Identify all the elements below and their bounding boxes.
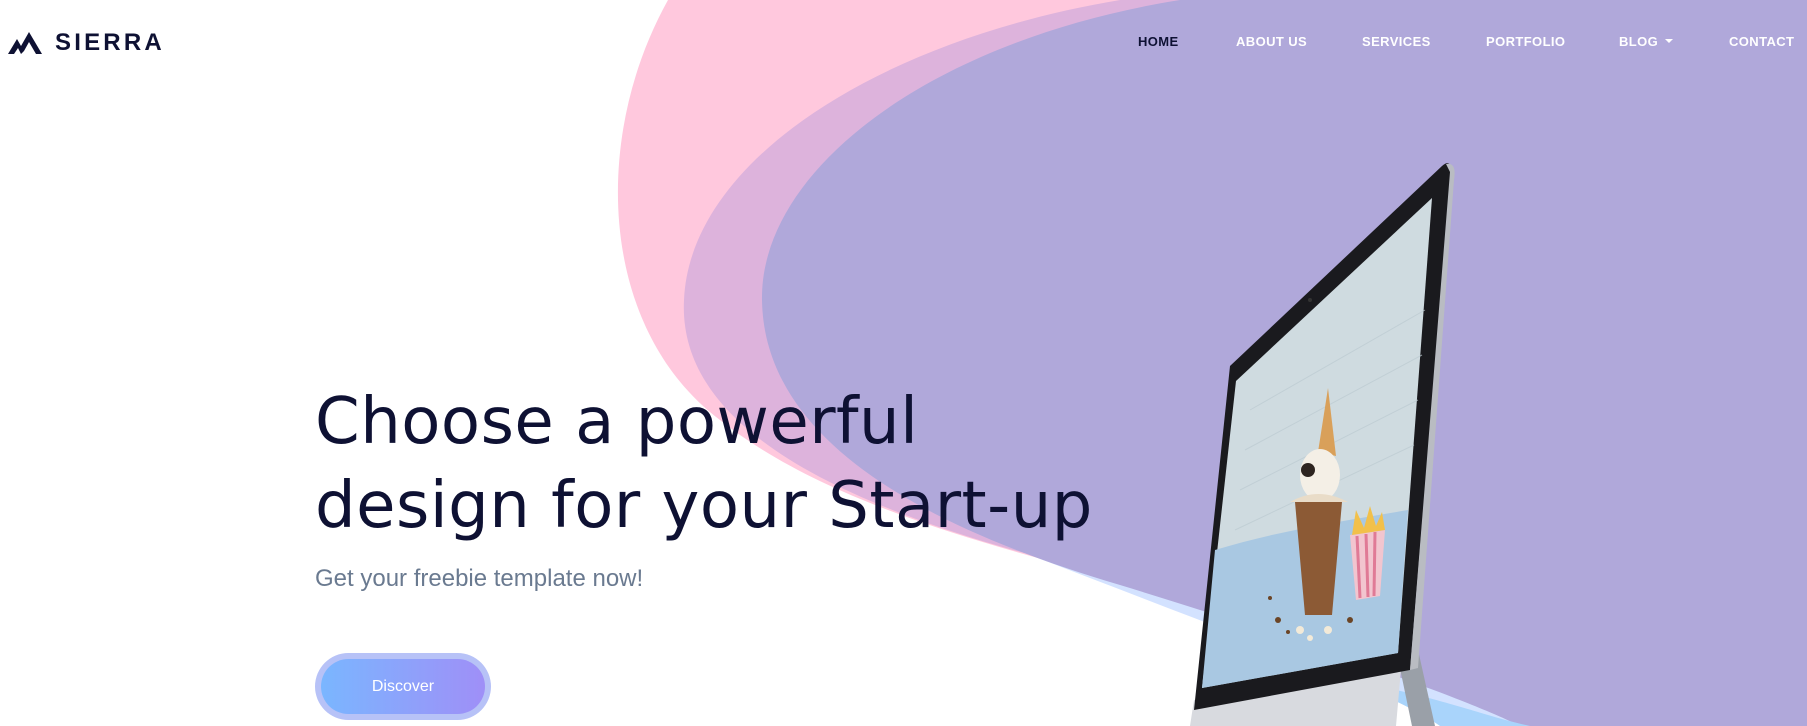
hero-subtitle: Get your freebie template now! bbox=[315, 565, 644, 592]
imac-camera bbox=[1308, 298, 1312, 302]
brand-name: SIERRA bbox=[55, 29, 165, 56]
mountain-logo-icon bbox=[8, 32, 42, 54]
landing-page: SIERRA HOME ABOUT US SERVICES PORTFOLIO … bbox=[0, 0, 1807, 726]
discover-button[interactable]: Discover bbox=[321, 659, 485, 714]
hero-title: Choose a powerful design for your Start-… bbox=[315, 380, 1135, 548]
hero-section: Choose a powerful design for your Start-… bbox=[315, 380, 1135, 594]
nav-item-blog-label: BLOG bbox=[1619, 34, 1659, 49]
chevron-down-icon bbox=[1665, 39, 1674, 43]
nav-item-contact[interactable]: CONTACT bbox=[1729, 34, 1794, 50]
discover-button-glow: Discover bbox=[315, 653, 491, 720]
nav-item-blog[interactable]: BLOG bbox=[1619, 34, 1674, 50]
ice-cream-chocolate bbox=[1301, 463, 1315, 477]
brand-link[interactable]: SIERRA bbox=[8, 30, 165, 56]
hero-title-line-2: design for your Start-up bbox=[315, 469, 1093, 543]
nav-item-portfolio[interactable]: PORTFOLIO bbox=[1486, 34, 1565, 50]
imac-mockup-image bbox=[1190, 163, 1455, 726]
nav-item-home[interactable]: HOME bbox=[1138, 34, 1179, 50]
hero-title-line-1: Choose a powerful bbox=[315, 385, 919, 459]
nav-item-services[interactable]: SERVICES bbox=[1362, 34, 1431, 50]
nav-item-about-us[interactable]: ABOUT US bbox=[1236, 34, 1307, 50]
navbar: SIERRA HOME ABOUT US SERVICES PORTFOLIO … bbox=[0, 0, 1807, 84]
